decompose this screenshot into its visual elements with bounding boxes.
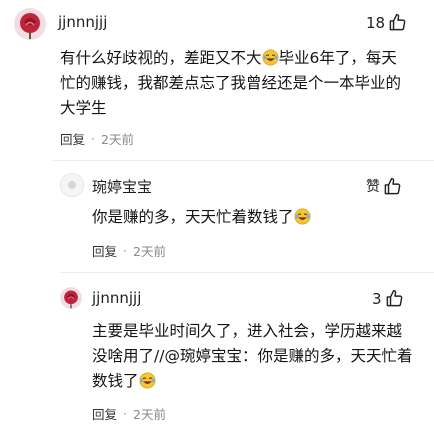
username[interactable]: 琬婷宝宝 (92, 176, 152, 197)
thumbs-up-icon (389, 13, 406, 31)
reply-button[interactable]: 回复 (92, 404, 117, 423)
avatar[interactable] (60, 173, 84, 197)
avatar[interactable] (14, 8, 46, 40)
avatar[interactable] (60, 287, 82, 309)
laughing-emoji-icon (294, 208, 311, 225)
like-button[interactable]: 赞 (366, 176, 402, 196)
separator: · (91, 131, 95, 146)
like-button[interactable]: 3 (372, 289, 404, 308)
thumbs-up-icon (386, 289, 402, 307)
like-count: 18 (366, 13, 386, 32)
timestamp: 2天前 (101, 132, 134, 147)
comment-text: 主要是毕业时间久了，进入社会，学历越来越没啥用了//@琬婷宝宝：你是赚的多，天天… (92, 322, 413, 390)
reply-button[interactable]: 回复 (60, 129, 85, 148)
timestamp: 2天前 (133, 407, 166, 422)
comment-text: 有什么好歧视的，差距又不大 毕业6年了，每天忙的赚钱，我都差点忘了我曾经还是个一… (60, 49, 402, 117)
laughing-emoji-icon (262, 49, 279, 66)
comment-meta: 回复 · 2天前 (92, 404, 166, 423)
separator: · (123, 406, 127, 421)
comment-meta: 回复 · 2天前 (60, 129, 134, 148)
username[interactable]: jjnnnjjj (92, 289, 141, 307)
like-count: 3 (372, 289, 382, 308)
divider (53, 160, 434, 161)
comment-text: 你是赚的多，天天忙着数钱了 (92, 205, 414, 230)
username[interactable]: jjnnnjjj (58, 13, 107, 31)
thumbs-up-icon (384, 177, 401, 194)
rose-avatar-icon (60, 287, 82, 309)
comment-meta: 回复 · 2天前 (92, 241, 166, 260)
reply-button[interactable]: 回复 (92, 241, 117, 260)
divider (60, 272, 434, 273)
laughing-emoji-icon (139, 372, 156, 389)
like-button[interactable]: 18 (366, 13, 407, 32)
rose-avatar-icon (14, 8, 46, 40)
timestamp: 2天前 (133, 244, 166, 259)
separator: · (123, 243, 127, 258)
blank-avatar-icon (61, 174, 83, 196)
like-label: 赞 (366, 179, 380, 195)
